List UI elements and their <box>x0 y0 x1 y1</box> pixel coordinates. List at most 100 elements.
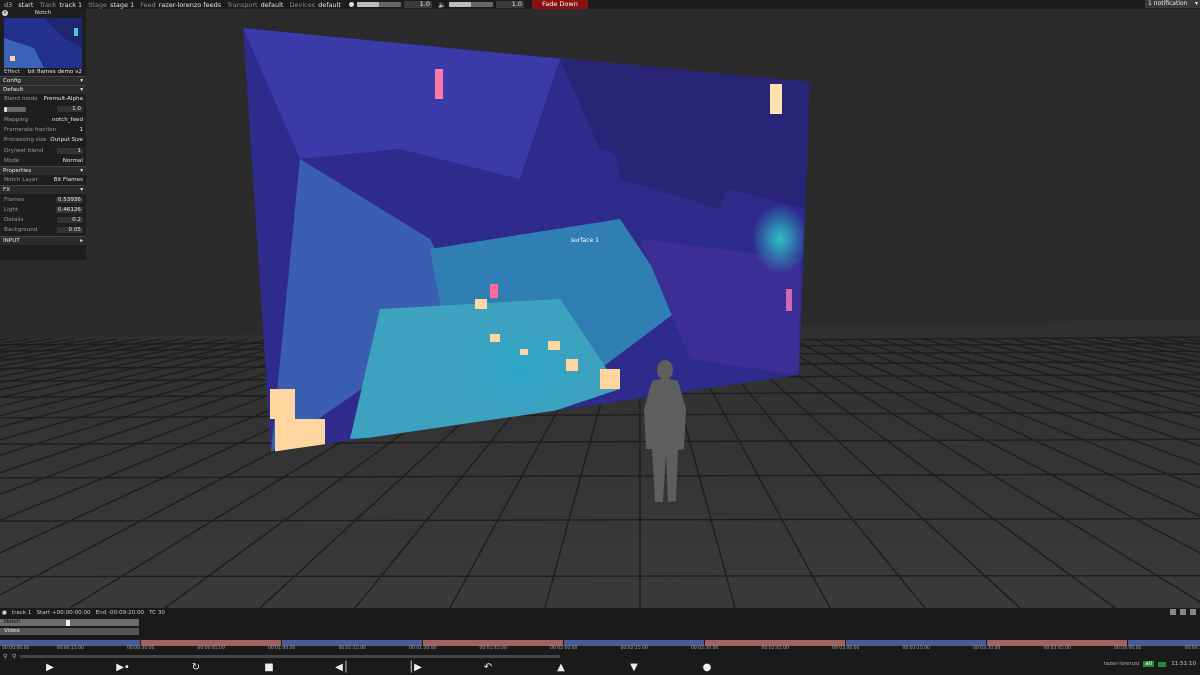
ruler-tick-label: 00:01:45.00 <box>479 646 507 651</box>
layer-notch[interactable]: Notch <box>0 619 139 626</box>
timeline-scrollbar[interactable] <box>20 655 560 658</box>
flames-row[interactable]: Flames 0.53936 <box>0 194 86 204</box>
opacity-slider[interactable] <box>4 106 26 112</box>
track-selector[interactable]: track 1 <box>59 1 82 9</box>
waveform-icon[interactable] <box>1190 609 1196 615</box>
effect-key: Effect <box>4 69 21 75</box>
opacity-row[interactable]: 1.0 <box>0 104 86 114</box>
section-config-label: Config <box>3 78 21 84</box>
timeline-close-icon[interactable]: ● <box>2 610 7 616</box>
triangle-up-icon[interactable]: ▲ <box>554 661 568 674</box>
previous-section-icon[interactable]: ◀│ <box>335 661 349 674</box>
timeline-track[interactable]: track 1 <box>12 610 32 616</box>
layer-label: Video <box>4 628 20 634</box>
section-config[interactable]: Config ▾ <box>0 76 86 85</box>
ruler-tick-label: 00:00:15.00 <box>56 646 84 651</box>
fade-down-button[interactable]: Fade Down <box>532 0 588 9</box>
play-icon[interactable]: ▶ <box>43 661 57 674</box>
row-label: Notch Layer <box>4 177 38 184</box>
feed-selector[interactable]: razer-lorenzo feeds <box>159 1 221 9</box>
section-default[interactable]: Default ▾ <box>0 85 86 94</box>
transport-key: Transport <box>227 0 258 9</box>
stage-selector[interactable]: stage 1 <box>110 1 134 9</box>
timeline-ruler[interactable]: 00:00:00.00 00:00:15.00 00:00:30.00 00:00:4… <box>0 646 1200 654</box>
ruler-tick-label: 00:04:00.00 <box>1114 646 1142 651</box>
background-row[interactable]: Background 0.05 <box>0 225 86 235</box>
devices-key: Devices <box>289 0 316 9</box>
stop-icon[interactable]: ■ <box>262 661 276 674</box>
top-bar: d3 start Track track 1 Stage stage 1 Fee… <box>0 0 1200 9</box>
chevron-down-icon: ▾ <box>80 187 83 194</box>
row-value: Output Size <box>50 137 83 144</box>
timeline-end: End -00:09:20.00 <box>95 610 145 616</box>
brightness-value[interactable]: 1.0 <box>403 1 432 8</box>
battery-icon <box>1158 661 1167 667</box>
monitor-icon[interactable] <box>1180 609 1186 615</box>
speaker-icon: 🔈 <box>437 0 447 9</box>
timeline-tool-icons <box>1170 609 1200 615</box>
triangle-down-icon[interactable]: ▼ <box>627 661 641 674</box>
ruler-tick-label: 00:02:15.00 <box>620 646 648 651</box>
row-label: Processing size <box>4 137 47 144</box>
surface-label: surface 1 <box>571 237 599 244</box>
row-label: Mode <box>4 157 20 164</box>
ruler-tick-label: 00:00:30.00 <box>127 646 155 651</box>
notification-button[interactable]: 1 notification ▾ <box>1145 0 1200 8</box>
row-value[interactable]: 1 <box>57 147 83 154</box>
processing-size-row[interactable]: Processing size Output Size <box>0 135 86 145</box>
row-value[interactable]: 0.53936 <box>55 196 83 203</box>
row-label: Framerate fraction <box>4 127 57 134</box>
chevron-down-icon: ▾ <box>80 87 83 93</box>
transport-selector[interactable]: default <box>261 1 284 9</box>
volume-value[interactable]: 1.0 <box>496 1 525 8</box>
ruler-tick-label: 00:03:30.00 <box>973 646 1001 651</box>
section-properties[interactable]: Properties ▾ <box>0 166 86 176</box>
layer-handle[interactable] <box>66 620 70 626</box>
section-default-label: Default <box>3 87 24 93</box>
row-value[interactable]: 0.2 <box>57 217 83 224</box>
play-to-end-icon[interactable]: ▶• <box>116 661 130 674</box>
notch-layer-row[interactable]: Notch Layer Bit Flames <box>0 175 86 185</box>
stage-scene <box>0 28 1200 609</box>
loop-play-icon[interactable]: ↻ <box>189 661 203 674</box>
dry-wet-row[interactable]: Dry/wet blend 1 <box>0 145 86 155</box>
close-icon[interactable]: × <box>2 10 8 16</box>
start-button[interactable]: start <box>18 1 33 9</box>
mapping-row[interactable]: Mapping notch_feed <box>0 115 86 125</box>
mode-row[interactable]: Mode Normal <box>0 156 86 166</box>
ruler-tick-label: 00:00:00.00 <box>2 646 30 651</box>
brightness-icon <box>348 2 354 7</box>
effect-row[interactable]: Effect bit flames demo v2 <box>0 68 86 76</box>
zoom-out-icon[interactable]: ⚲ <box>12 653 16 660</box>
row-label: Mapping <box>4 116 29 123</box>
section-input[interactable]: INPUT ▸ <box>0 235 86 245</box>
section-fx[interactable]: FX ▾ <box>0 185 86 195</box>
blend-mode-row[interactable]: Blend mode Premult-Alpha <box>0 94 86 104</box>
ruler-tick-label: 00:02:00.00 <box>550 646 578 651</box>
row-value[interactable]: 1.0 <box>57 106 83 113</box>
row-value: Normal <box>62 157 83 164</box>
section-fx-label: FX <box>3 187 11 194</box>
stage-viewport[interactable]: surface 1 <box>0 9 1200 609</box>
row-value: Premult-Alpha <box>43 96 83 103</box>
details-row[interactable]: Details 0.2 <box>0 215 86 225</box>
effect-thumbnail[interactable] <box>4 18 82 68</box>
notification-label: 1 notification <box>1148 0 1188 7</box>
row-label: Details <box>4 217 24 224</box>
volume-slider[interactable] <box>449 2 494 7</box>
brightness-slider[interactable] <box>356 2 401 7</box>
opacity-slider-fill <box>4 106 7 112</box>
timeline-header: ● track 1 Start +00:00:00.00 End -00:09:… <box>0 608 1200 618</box>
next-section-icon[interactable]: │▶ <box>408 661 422 674</box>
record-icon[interactable]: ● <box>700 661 714 674</box>
person-icon[interactable] <box>1170 609 1176 615</box>
panel-title: Notch <box>34 10 52 16</box>
framerate-row[interactable]: Framerate fraction 1 <box>0 125 86 135</box>
return-icon[interactable]: ↶ <box>481 661 495 674</box>
row-value[interactable]: 0.46126 <box>55 206 83 213</box>
row-value[interactable]: 0.05 <box>57 227 83 234</box>
layer-video[interactable]: Video <box>0 628 139 635</box>
light-row[interactable]: Light 0.46126 <box>0 205 86 215</box>
zoom-icon[interactable]: ⚲ <box>3 653 7 660</box>
devices-selector[interactable]: default <box>318 1 341 9</box>
